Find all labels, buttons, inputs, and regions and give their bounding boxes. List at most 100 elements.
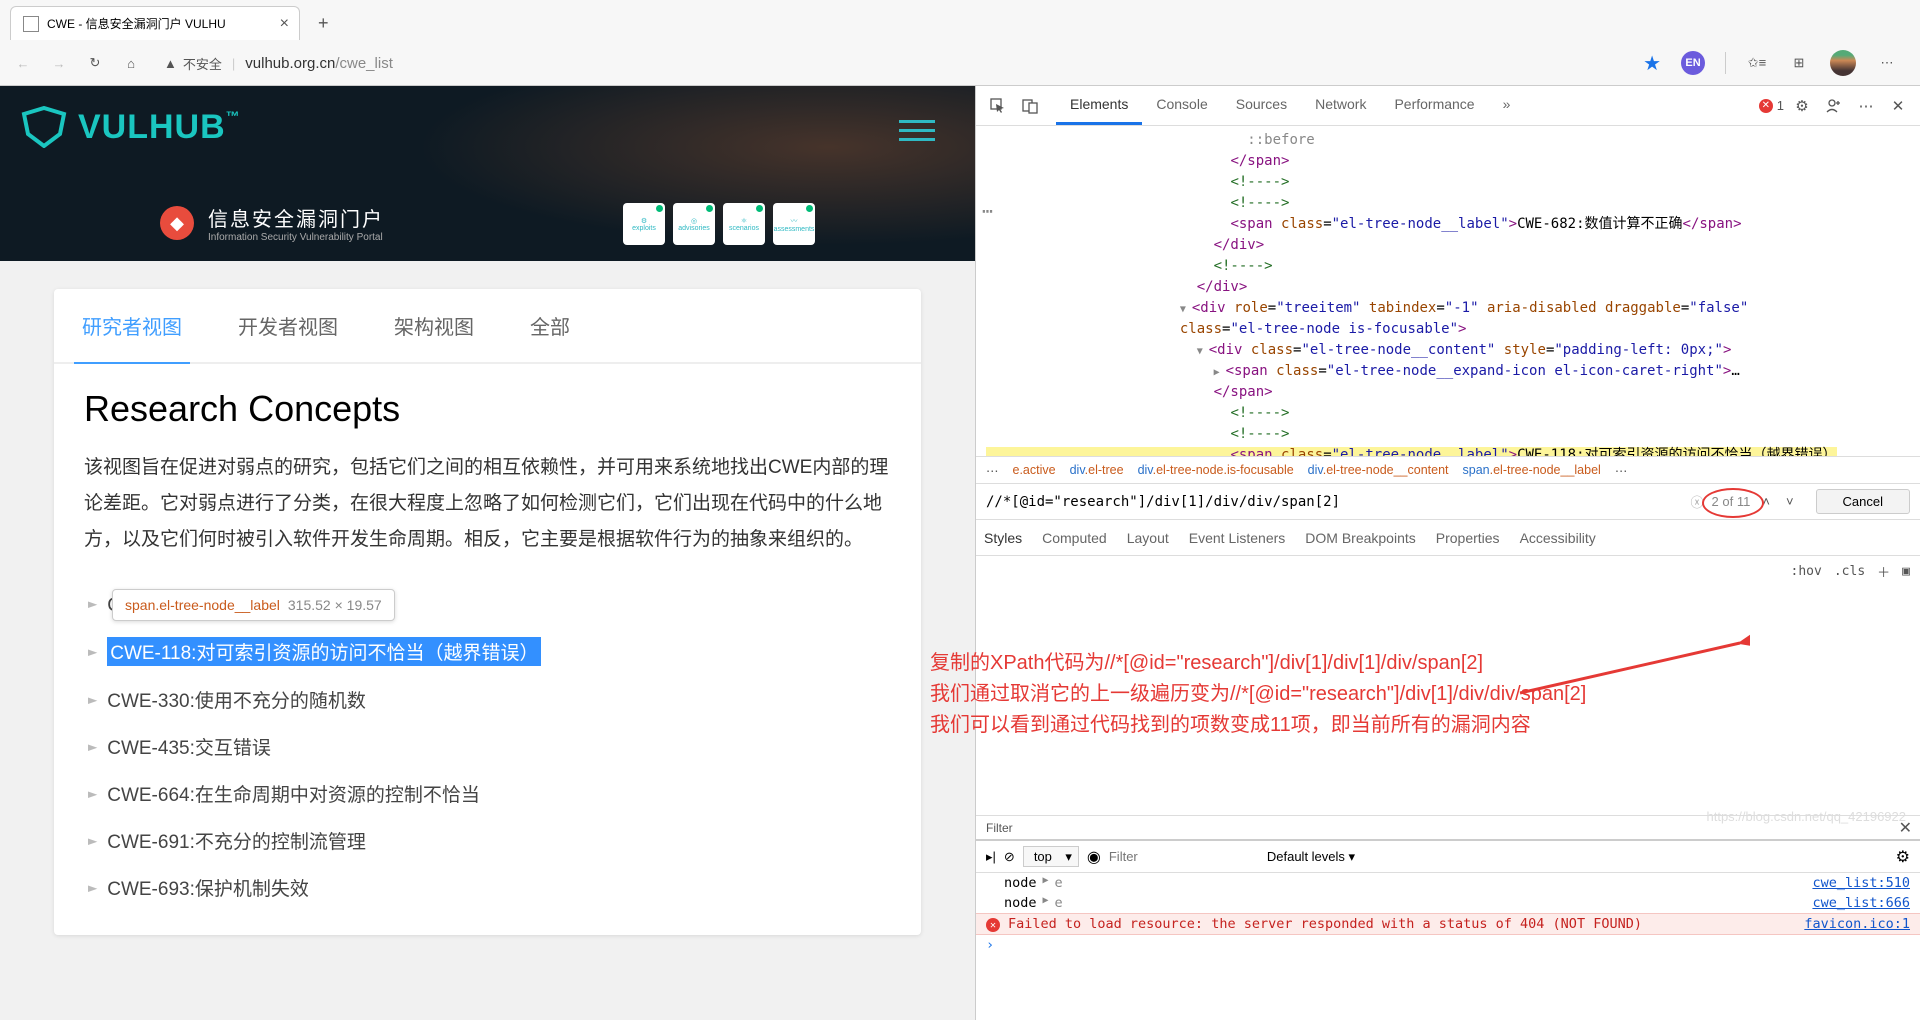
console-source-link[interactable]: cwe_list:666	[1812, 895, 1910, 911]
styles-tab-dombp[interactable]: DOM Breakpoints	[1305, 530, 1415, 546]
styles-tab-properties[interactable]: Properties	[1436, 530, 1500, 546]
styles-tab-layout[interactable]: Layout	[1127, 530, 1169, 546]
console-line: node▶e cwe_list:510	[976, 873, 1920, 893]
url: vulhub.org.cn/cwe_list	[245, 55, 393, 72]
page-viewport: VULHUB™ ◆ 信息安全漏洞门户 Information Security …	[0, 86, 975, 1020]
styles-tab-accessibility[interactable]: Accessibility	[1520, 530, 1596, 546]
tab-architecture[interactable]: 架构视图	[366, 289, 502, 362]
device-toggle-icon[interactable]	[1016, 92, 1044, 120]
hov-toggle[interactable]: :hov	[1791, 564, 1822, 579]
tab-all[interactable]: 全部	[502, 289, 598, 362]
tree-item[interactable]: ▶CWE-330:使用不充分的随机数	[84, 676, 891, 723]
filter-label: Filter	[980, 821, 1013, 835]
devtools-tab-sources[interactable]: Sources	[1222, 86, 1301, 125]
devtools-tab-console[interactable]: Console	[1142, 86, 1221, 125]
collections-icon[interactable]: ⊞	[1788, 52, 1810, 74]
computed-toggle-icon[interactable]: ▣	[1902, 564, 1910, 579]
back-button[interactable]: ←	[12, 52, 34, 74]
tree-item-selected[interactable]: span.el-tree-node__label315.52 × 19.57 ▶…	[84, 627, 891, 676]
header-icon[interactable]: ⚛scenarios	[723, 203, 765, 245]
header-icon[interactable]: ◎advisories	[673, 203, 715, 245]
styles-body: :hov .cls ＋ ▣ Filter ✕	[976, 556, 1920, 840]
favorite-icon[interactable]: ★	[1643, 51, 1661, 76]
context-selector[interactable]: top	[1023, 846, 1079, 867]
logo-mark-icon	[20, 106, 68, 148]
caret-icon: ▶	[88, 789, 97, 799]
refresh-button[interactable]: ↻	[84, 52, 106, 74]
content-card: 研究者视图 开发者视图 架构视图 全部 Research Concepts 该视…	[54, 289, 921, 935]
elements-search-bar: ⓧ 2 of 11 ˄ ˅ Cancel	[976, 484, 1920, 520]
browser-chrome: CWE - 信息安全漏洞门户 VULHU × + ← → ↻ ⌂ ▲ 不安全 |…	[0, 0, 1920, 86]
tab-strip: CWE - 信息安全漏洞门户 VULHU × +	[0, 0, 1920, 40]
feedback-icon[interactable]	[1820, 92, 1848, 120]
overflow-dots[interactable]: ⋯	[982, 198, 995, 225]
styles-tab-computed[interactable]: Computed	[1042, 530, 1107, 546]
console-drawer: ▸| ⊘ top ◉ Default levels ▾ ⚙ node▶e cwe…	[976, 840, 1920, 1020]
new-tab-button[interactable]: +	[308, 7, 339, 40]
tab-close-icon[interactable]: ×	[280, 15, 289, 33]
header-icon[interactable]: ⚙exploits	[623, 203, 665, 245]
menu-hamburger-icon[interactable]	[899, 114, 935, 147]
devtools-tab-performance[interactable]: Performance	[1380, 86, 1488, 125]
console-source-link[interactable]: cwe_list:510	[1812, 875, 1910, 891]
subtitle-cn: 信息安全漏洞门户	[208, 203, 384, 232]
search-input[interactable]	[986, 494, 1683, 510]
tree-item[interactable]: ▶CWE-435:交互错误	[84, 723, 891, 770]
devtools-tab-more[interactable]: »	[1489, 86, 1525, 125]
devtools-header: Elements Console Sources Network Perform…	[976, 86, 1920, 126]
tree-item[interactable]: ▶CWE-664:在生命周期中对资源的控制不恰当	[84, 770, 891, 817]
caret-icon: ▶	[88, 883, 97, 893]
devtools-tab-elements[interactable]: Elements	[1056, 86, 1142, 125]
inspect-icon[interactable]	[984, 92, 1012, 120]
console-filter-input[interactable]	[1109, 849, 1259, 864]
header-icon-row: ⚙exploits ◎advisories ⚛scenarios 〰assess…	[623, 203, 815, 245]
styles-tab-styles[interactable]: Styles	[984, 530, 1022, 546]
tree-item[interactable]: ▶CWE-693:保护机制失效	[84, 864, 891, 911]
site-logo[interactable]: VULHUB™	[20, 106, 241, 148]
favorites-icon[interactable]: ✩≡	[1746, 52, 1768, 74]
caret-icon: ▶	[88, 695, 97, 705]
new-style-icon[interactable]: ＋	[1877, 562, 1890, 581]
log-levels-selector[interactable]: Default levels ▾	[1267, 849, 1355, 865]
forward-button[interactable]: →	[48, 52, 70, 74]
header-icon[interactable]: 〰assessments	[773, 203, 815, 245]
search-next-icon[interactable]: ˅	[1782, 494, 1798, 509]
subtitle-en: Information Security Vulnerability Porta…	[208, 232, 384, 243]
menu-icon[interactable]: ⋯	[1876, 52, 1898, 74]
styles-tabs: Styles Computed Layout Event Listeners D…	[976, 520, 1920, 556]
favicon	[23, 16, 39, 32]
error-icon: ✕	[986, 918, 1000, 932]
element-tooltip: span.el-tree-node__label315.52 × 19.57	[112, 589, 395, 621]
tab-researcher[interactable]: 研究者视图	[54, 289, 210, 362]
clear-console-icon[interactable]: ⊘	[1004, 849, 1015, 865]
profile-avatar[interactable]	[1830, 50, 1856, 76]
dom-breadcrumb[interactable]: ⋯ e.active div.el-tree div.el-tree-node.…	[976, 456, 1920, 484]
language-badge[interactable]: EN	[1681, 51, 1705, 75]
settings-icon[interactable]: ⚙	[1788, 92, 1816, 120]
console-sidebar-icon[interactable]: ▸|	[986, 849, 996, 865]
live-expression-icon[interactable]: ◉	[1087, 847, 1101, 867]
caret-icon: ▶	[88, 599, 97, 609]
console-prompt[interactable]: ›	[976, 935, 1920, 955]
cancel-button[interactable]: Cancel	[1816, 489, 1910, 514]
dom-tree[interactable]: ⋯ ::before </span> <!----> <!----> <span…	[976, 126, 1920, 456]
cwe-tree: ▶CWE-682:数值计算不正确 span.el-tree-node__labe…	[84, 580, 891, 911]
close-devtools-icon[interactable]: ✕	[1884, 92, 1912, 120]
browser-tab[interactable]: CWE - 信息安全漏洞门户 VULHU ×	[10, 6, 300, 40]
site-header: VULHUB™ ◆ 信息安全漏洞门户 Information Security …	[0, 86, 975, 261]
cls-toggle[interactable]: .cls	[1834, 564, 1865, 579]
tab-developer[interactable]: 开发者视图	[210, 289, 366, 362]
console-settings-icon[interactable]: ⚙	[1896, 847, 1910, 867]
console-source-link[interactable]: favicon.ico:1	[1804, 916, 1910, 932]
content-paragraph: 该视图旨在促进对弱点的研究，包括它们之间的相互依赖性，并可用来系统地找出CWE内…	[84, 450, 891, 558]
home-button[interactable]: ⌂	[120, 52, 142, 74]
tree-item[interactable]: ▶CWE-691:不充分的控制流管理	[84, 817, 891, 864]
error-count-badge[interactable]: ✕1	[1759, 98, 1784, 113]
more-icon[interactable]: ⋯	[1852, 92, 1880, 120]
console-error-line: ✕ Failed to load resource: the server re…	[976, 913, 1920, 935]
caret-icon: ▶	[88, 836, 97, 846]
console-toolbar: ▸| ⊘ top ◉ Default levels ▾ ⚙	[976, 841, 1920, 873]
address-bar[interactable]: ▲ 不安全 | vulhub.org.cn/cwe_list	[164, 54, 393, 73]
devtools-tab-network[interactable]: Network	[1301, 86, 1380, 125]
styles-tab-events[interactable]: Event Listeners	[1189, 530, 1286, 546]
